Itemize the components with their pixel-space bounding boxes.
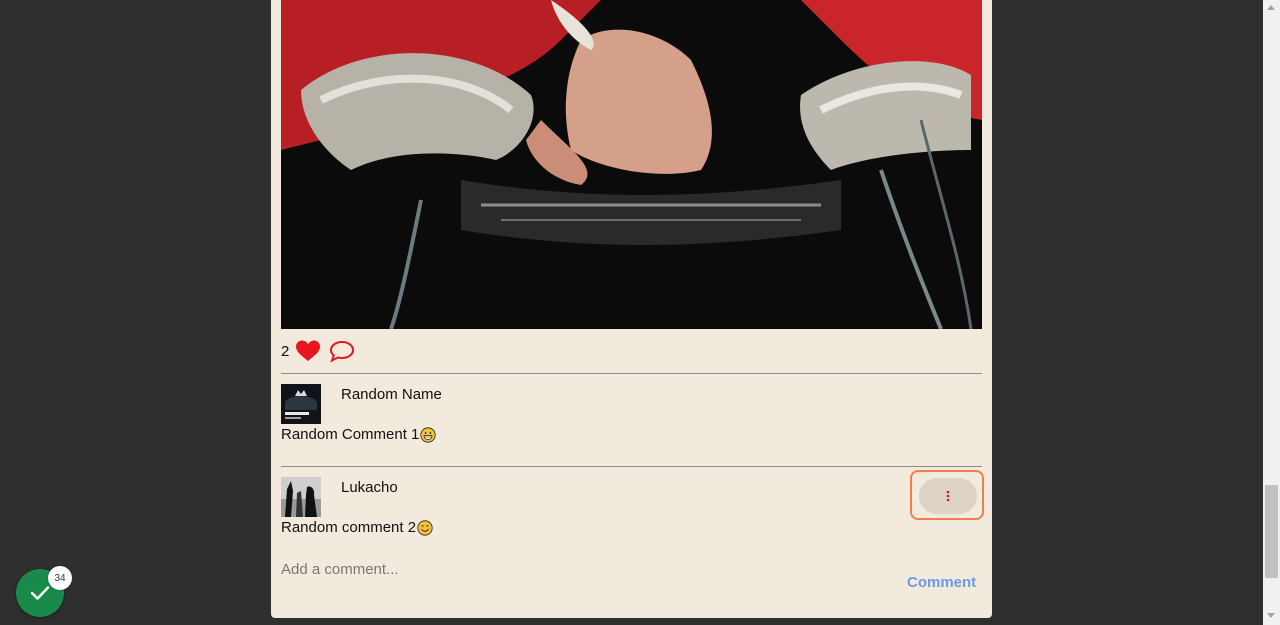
page-scrollbar[interactable] (1263, 0, 1280, 625)
comment-options-button[interactable] (919, 478, 977, 514)
post-image (281, 0, 982, 329)
comment-body: Random comment 2 (281, 519, 417, 536)
comment-item: Lukacho Random comment 2 (281, 477, 982, 547)
comments-divider (281, 466, 982, 467)
add-comment-input[interactable] (281, 556, 881, 582)
comments-divider (281, 373, 982, 374)
comment-text: Random comment 2 (281, 519, 433, 536)
more-vertical-icon (946, 490, 950, 502)
comment-username[interactable]: Lukacho (341, 479, 398, 496)
avatar (281, 384, 321, 424)
post-card: 2 Random Name Random Comment 1 Lukacho R… (271, 0, 992, 618)
comment-item: Random Name Random Comment 1 (281, 384, 982, 454)
scroll-up-arrow-icon[interactable] (1267, 5, 1275, 10)
comment-text: Random Comment 1 (281, 426, 437, 443)
comment-body: Random Comment 1 (281, 426, 420, 443)
checkmark-icon (30, 586, 50, 600)
comment-submit-button[interactable]: Comment (907, 574, 976, 591)
smiling-face-icon (417, 520, 433, 536)
scroll-down-arrow-icon[interactable] (1267, 613, 1275, 618)
comment-username[interactable]: Random Name (341, 386, 442, 403)
like-count: 2 (281, 342, 290, 360)
grinning-face-icon (420, 427, 437, 443)
heart-icon[interactable] (295, 339, 321, 363)
avatar (281, 477, 321, 517)
post-actions: 2 (281, 336, 355, 366)
scrollbar-thumb[interactable] (1265, 485, 1278, 578)
notification-count-badge: 34 (48, 566, 72, 590)
comment-icon[interactable] (329, 339, 355, 363)
comment-options-focus-ring (910, 470, 984, 520)
